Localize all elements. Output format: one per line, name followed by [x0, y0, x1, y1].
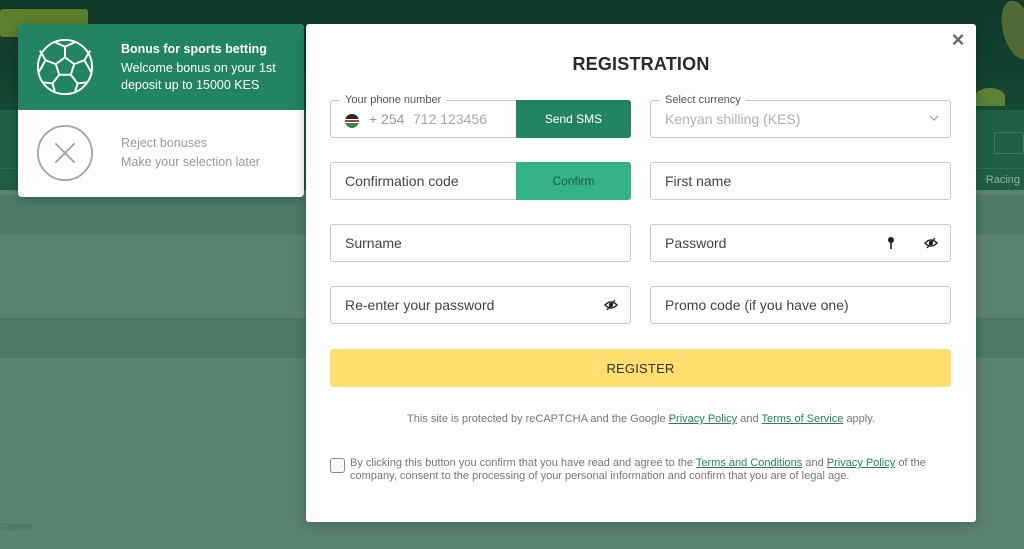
consent-privacy-policy-link[interactable]: Privacy Policy — [827, 457, 895, 469]
phone-number-input[interactable]: 712 123456 — [413, 111, 487, 127]
surname-input[interactable]: Surname — [345, 235, 402, 251]
first-name-field[interactable]: First name — [650, 162, 951, 200]
password-input[interactable]: Password — [665, 235, 726, 251]
soccer-ball-icon — [36, 38, 94, 96]
password-field[interactable]: Password — [650, 224, 951, 262]
confirm-button[interactable]: Confirm — [516, 162, 631, 200]
promo-code-input[interactable]: Promo code (if you have one) — [665, 297, 849, 313]
confirmation-code-field[interactable]: Confirmation code Confirm — [330, 162, 631, 200]
reenter-password-field[interactable]: Re-enter your password — [330, 286, 631, 324]
promo-code-field[interactable]: Promo code (if you have one) — [650, 286, 951, 324]
consent-text-part: and — [805, 457, 824, 469]
recaptcha-text: apply. — [846, 413, 875, 425]
confirmation-code-input[interactable]: Confirmation code — [345, 173, 459, 189]
bonus-option-description: Welcome bonus on your 1st deposit up to … — [121, 60, 276, 92]
terms-and-conditions-link[interactable]: Terms and Conditions — [696, 457, 802, 469]
close-circle-icon — [36, 124, 94, 182]
phone-number-label: Your phone number — [340, 94, 447, 106]
key-icon[interactable] — [884, 236, 898, 250]
consent-text: By clicking this button you confirm that… — [350, 457, 952, 483]
registration-modal: × REGISTRATION Your phone number + 254 7… — [306, 24, 976, 522]
terms-of-service-link[interactable]: Terms of Service — [761, 413, 843, 425]
send-sms-button[interactable]: Send SMS — [516, 100, 631, 138]
reenter-password-input[interactable]: Re-enter your password — [345, 297, 494, 313]
bonus-option-description: Make your selection later — [121, 155, 260, 169]
bonus-option-title: Reject bonuses — [121, 136, 208, 150]
bonus-option-reject[interactable]: Reject bonuses Make your selection later — [18, 110, 304, 196]
bonus-option-sports[interactable]: Bonus for sports betting Welcome bonus o… — [18, 24, 304, 110]
chevron-down-icon — [929, 115, 939, 121]
register-button[interactable]: REGISTER — [330, 349, 951, 387]
eye-hidden-icon[interactable] — [604, 298, 618, 312]
close-icon[interactable]: × — [948, 29, 968, 51]
bonus-option-title: Bonus for sports betting — [121, 41, 267, 56]
currency-label: Select currency — [660, 94, 746, 106]
consent-text-part: By clicking this button you confirm that… — [350, 457, 694, 469]
recaptcha-text: and — [740, 413, 759, 425]
eye-hidden-icon[interactable] — [924, 236, 938, 250]
recaptcha-text: This site is protected by reCAPTCHA and … — [407, 413, 666, 425]
surname-field[interactable]: Surname — [330, 224, 631, 262]
consent-checkbox[interactable] — [330, 458, 345, 473]
phone-number-field[interactable]: Your phone number + 254 712 123456 Send … — [330, 94, 631, 138]
modal-title: REGISTRATION — [572, 54, 710, 74]
currency-select[interactable]: Select currency Kenyan shilling (KES) — [650, 94, 951, 138]
country-code[interactable]: + 254 — [369, 111, 404, 127]
bonus-panel: Bonus for sports betting Welcome bonus o… — [18, 24, 304, 197]
privacy-policy-link[interactable]: Privacy Policy — [669, 413, 737, 425]
currency-value: Kenyan shilling (KES) — [665, 111, 801, 127]
recaptcha-notice: This site is protected by reCAPTCHA and … — [306, 413, 976, 425]
first-name-input[interactable]: First name — [665, 173, 731, 189]
kenya-flag-icon — [345, 114, 359, 128]
